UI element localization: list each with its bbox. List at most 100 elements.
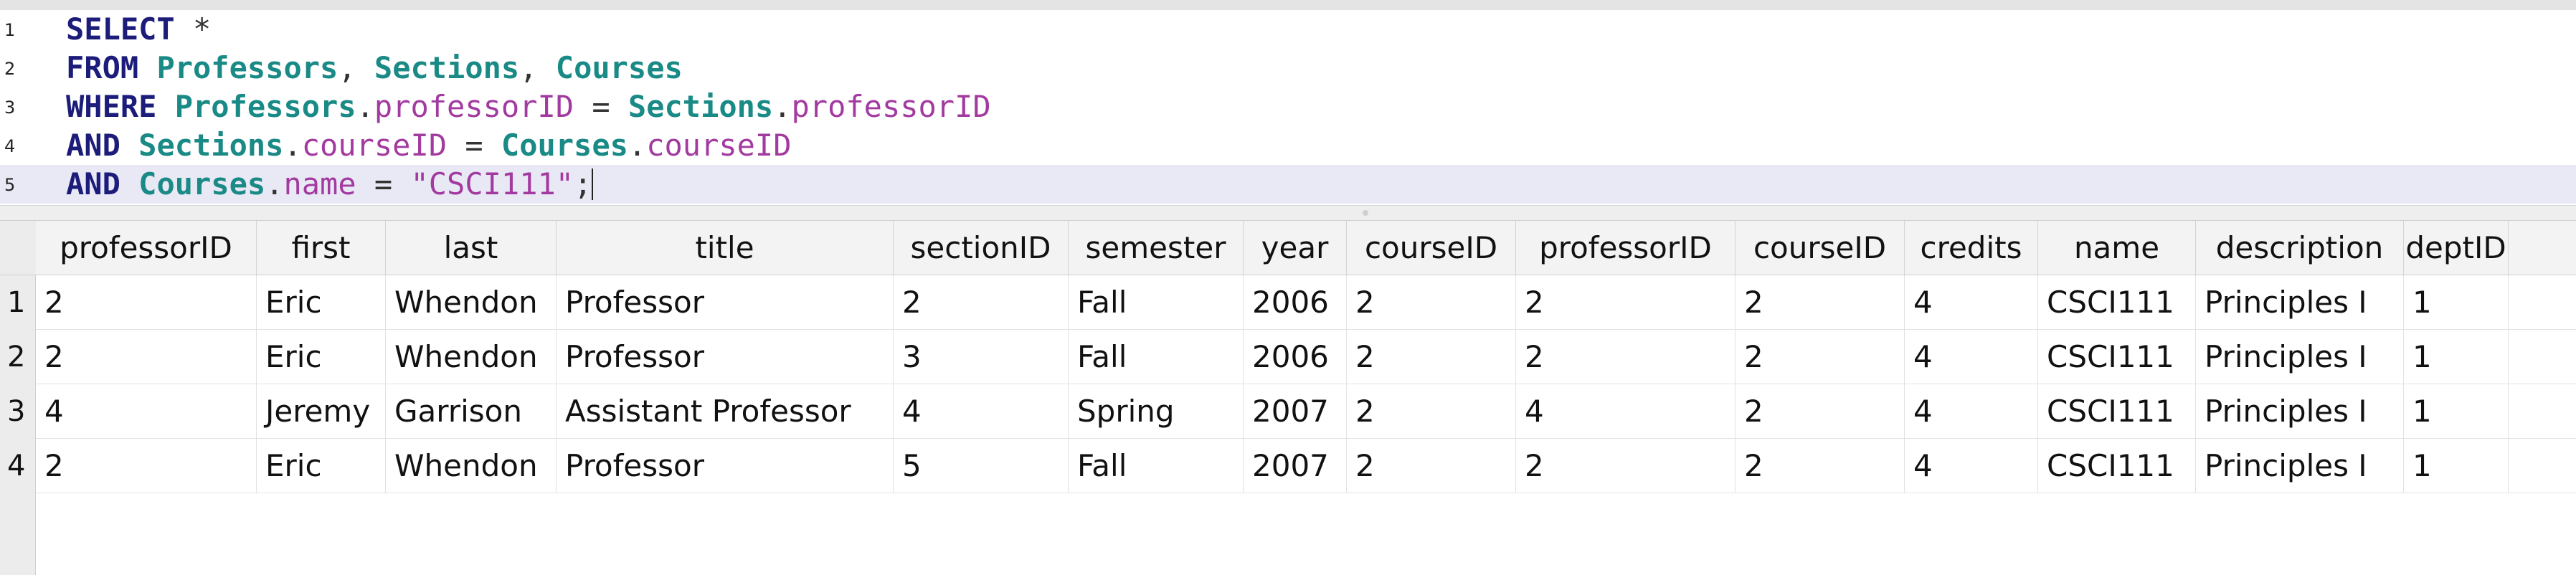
table-cell[interactable]: Whendon (386, 330, 557, 384)
table-cell[interactable]: 1 (2404, 330, 2509, 384)
editor-line[interactable]: 2 FROM Professors, Sections, Courses (0, 49, 2576, 87)
table-cell[interactable]: 4 (36, 384, 257, 439)
code-text[interactable]: AND Sections.courseID = Courses.courseID (66, 128, 792, 163)
table-cell[interactable]: 2 (1736, 275, 1905, 330)
table-cell[interactable]: Eric (257, 275, 386, 330)
table-cell[interactable]: 4 (1905, 439, 2038, 493)
code-token-col: courseID (301, 128, 448, 163)
table-row[interactable]: 4 Jeremy Garrison Assistant Professor 4 Sprin… (36, 384, 2576, 439)
code-token-kw: AND (66, 166, 120, 201)
code-text[interactable]: AND Courses.name = "CSCI111"; (66, 166, 594, 202)
table-cell[interactable]: Whendon (386, 275, 557, 330)
code-token-op: , (519, 50, 556, 85)
table-cell[interactable]: 2007 (1244, 439, 1347, 493)
pane-splitter[interactable] (0, 205, 2576, 221)
table-cell[interactable]: 2 (36, 330, 257, 384)
code-text[interactable]: SELECT * (66, 11, 211, 47)
table-cell[interactable]: 2 (1516, 330, 1736, 384)
table-cell[interactable]: Principles I (2196, 275, 2404, 330)
table-cell[interactable]: Spring (1069, 384, 1244, 439)
column-header[interactable]: deptID (2404, 221, 2509, 275)
table-cell[interactable]: 2 (36, 275, 257, 330)
table-cell[interactable]: Eric (257, 330, 386, 384)
table-cell[interactable]: 2 (1516, 439, 1736, 493)
table-cell[interactable]: Professor (557, 439, 894, 493)
code-token-kw: FROM (66, 50, 139, 85)
table-cell[interactable]: Fall (1069, 439, 1244, 493)
code-token-tbl: Sections (628, 89, 774, 124)
column-header[interactable]: professorID (1516, 221, 1736, 275)
table-cell[interactable]: 5 (894, 439, 1069, 493)
table-cell[interactable]: CSCI111 (2038, 330, 2196, 384)
table-cell[interactable]: Garrison (386, 384, 557, 439)
table-cell[interactable]: Professor (557, 330, 894, 384)
column-header[interactable]: first (257, 221, 386, 275)
code-text[interactable]: WHERE Professors.professorID = Sections.… (66, 89, 991, 125)
table-cell[interactable]: 2006 (1244, 275, 1347, 330)
column-header[interactable]: courseID (1736, 221, 1905, 275)
table-cell[interactable]: Jeremy (257, 384, 386, 439)
column-header[interactable]: sectionID (894, 221, 1069, 275)
table-cell[interactable]: CSCI111 (2038, 439, 2196, 493)
column-header[interactable]: year (1244, 221, 1347, 275)
editor-line[interactable]: 4 AND Sections.courseID = Courses.courseI… (0, 126, 2576, 165)
sql-query-window: 1 SELECT * 2 FROM Professors, Sections, Cou… (0, 0, 2576, 575)
table-cell[interactable]: 2 (1347, 384, 1516, 439)
table-cell[interactable]: 2 (1736, 384, 1905, 439)
editor-line[interactable]: 5 AND Courses.name = "CSCI111"; (0, 165, 2576, 204)
table-row[interactable]: 2 Eric Whendon Professor 2 Fall 2006 2 2 2 4 CSCI11… (36, 275, 2576, 330)
column-header[interactable]: courseID (1347, 221, 1516, 275)
table-cell[interactable]: 4 (1516, 384, 1736, 439)
code-token-col: professorID (374, 89, 574, 124)
table-cell[interactable]: 2 (36, 439, 257, 493)
table-cell[interactable]: 1 (2404, 439, 2509, 493)
table-cell[interactable]: Principles I (2196, 330, 2404, 384)
table-cell[interactable]: Principles I (2196, 384, 2404, 439)
table-cell[interactable]: CSCI111 (2038, 275, 2196, 330)
table-cell[interactable]: 2007 (1244, 384, 1347, 439)
row-number[interactable]: 2 (0, 330, 36, 384)
table-cell[interactable]: 2 (1347, 275, 1516, 330)
splitter-handle-icon[interactable] (1363, 210, 1368, 216)
table-cell[interactable]: 4 (1905, 275, 2038, 330)
row-number[interactable]: 3 (0, 384, 36, 439)
column-header[interactable]: description (2196, 221, 2404, 275)
table-cell[interactable]: 1 (2404, 384, 2509, 439)
table-cell[interactable]: 1 (2404, 275, 2509, 330)
table-cell[interactable]: 2 (1516, 275, 1736, 330)
sql-editor[interactable]: 1 SELECT * 2 FROM Professors, Sections, Cou… (0, 0, 2576, 205)
table-cell[interactable]: Principles I (2196, 439, 2404, 493)
table-cell[interactable]: 2 (1736, 439, 1905, 493)
code-text[interactable]: FROM Professors, Sections, Courses (66, 50, 683, 86)
table-cell[interactable]: 2 (894, 275, 1069, 330)
table-cell[interactable]: 4 (1905, 384, 2038, 439)
column-header[interactable]: credits (1905, 221, 2038, 275)
table-cell[interactable]: Fall (1069, 330, 1244, 384)
table-cell[interactable]: 4 (894, 384, 1069, 439)
column-header[interactable]: title (557, 221, 894, 275)
table-cell[interactable]: 2 (1347, 330, 1516, 384)
editor-line[interactable]: 1 SELECT * (0, 10, 2576, 49)
column-header[interactable]: last (386, 221, 557, 275)
table-cell[interactable]: Assistant Professor (557, 384, 894, 439)
table-cell[interactable]: CSCI111 (2038, 384, 2196, 439)
table-row[interactable]: 2 Eric Whendon Professor 5 Fall 2007 2 2 2 4 CSCI11… (36, 439, 2576, 493)
row-number[interactable]: 1 (0, 275, 36, 330)
table-cell[interactable]: 3 (894, 330, 1069, 384)
editor-line[interactable]: 3 WHERE Professors.professorID = Sections… (0, 87, 2576, 126)
row-number[interactable]: 4 (0, 439, 36, 493)
table-row[interactable]: 2 Eric Whendon Professor 3 Fall 2006 2 2 2 4 CSCI11… (36, 330, 2576, 384)
table-cell[interactable]: 2 (1347, 439, 1516, 493)
table-cell[interactable]: Eric (257, 439, 386, 493)
table-cell[interactable]: Fall (1069, 275, 1244, 330)
column-header[interactable]: name (2038, 221, 2196, 275)
table-cell[interactable]: 4 (1905, 330, 2038, 384)
column-header[interactable]: professorID (36, 221, 257, 275)
table-cell[interactable]: Whendon (386, 439, 557, 493)
code-token-tbl: Courses (138, 166, 266, 201)
table-cell[interactable]: 2 (1736, 330, 1905, 384)
table-cell[interactable]: 2006 (1244, 330, 1347, 384)
column-header[interactable]: semester (1069, 221, 1244, 275)
table-cell[interactable]: Professor (557, 275, 894, 330)
results-grid[interactable]: 1234 professorID first last title sectionID s… (0, 221, 2576, 575)
